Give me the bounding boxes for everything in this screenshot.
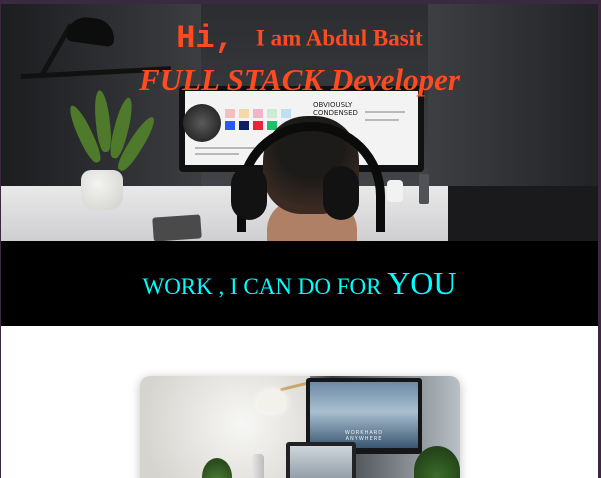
phone [152, 214, 202, 241]
work-heading-prefix: WORK , I CAN DO FOR [142, 274, 388, 299]
color-swatch [225, 121, 235, 130]
card-monitor-screen: WORKHARD ANYWHERE [310, 382, 418, 448]
card-bottle [252, 454, 264, 478]
role-title: FULL STACK Developer [139, 62, 460, 97]
color-swatch [239, 121, 249, 130]
screen-line [195, 153, 239, 155]
name-text: I am Abdul Basit [255, 25, 423, 51]
headphone-cup-right [323, 166, 359, 220]
desk-dark-surface [448, 186, 598, 241]
color-swatch [267, 109, 277, 118]
color-swatch [281, 109, 291, 118]
microphone-icon [183, 104, 221, 142]
speaker [419, 174, 429, 204]
work-content: WORKHARD ANYWHERE [1, 326, 598, 478]
small-plant [387, 180, 403, 202]
work-heading-emphasis: YOU [387, 265, 457, 301]
page-frame: OBVIOUSLY CONDENSED Hi, I am Abdul Basit [1, 4, 598, 478]
color-swatch [253, 109, 263, 118]
lamp-icon [258, 390, 286, 412]
card-laptop [286, 442, 356, 478]
screen-line [365, 119, 399, 121]
hero-section: OBVIOUSLY CONDENSED Hi, I am Abdul Basit [1, 4, 598, 241]
screen-line [195, 147, 255, 149]
work-heading: WORK , I CAN DO FOR YOU [1, 265, 598, 302]
card-screen-text: WORKHARD ANYWHERE [344, 430, 384, 442]
monitor-screen-text: OBVIOUSLY CONDENSED [313, 101, 358, 117]
screen-line [365, 111, 405, 113]
plant-pot [81, 170, 123, 210]
color-swatch [225, 109, 235, 118]
work-banner: WORK , I CAN DO FOR YOU [1, 241, 598, 326]
greeting-text: Hi, [176, 20, 234, 57]
card-laptop-screen [290, 446, 352, 478]
headphone-cup-left [231, 166, 267, 220]
project-card[interactable]: WORKHARD ANYWHERE [140, 376, 460, 478]
color-swatch [239, 109, 249, 118]
color-swatch [253, 121, 263, 130]
hero-greeting: Hi, I am Abdul Basit [1, 20, 598, 57]
